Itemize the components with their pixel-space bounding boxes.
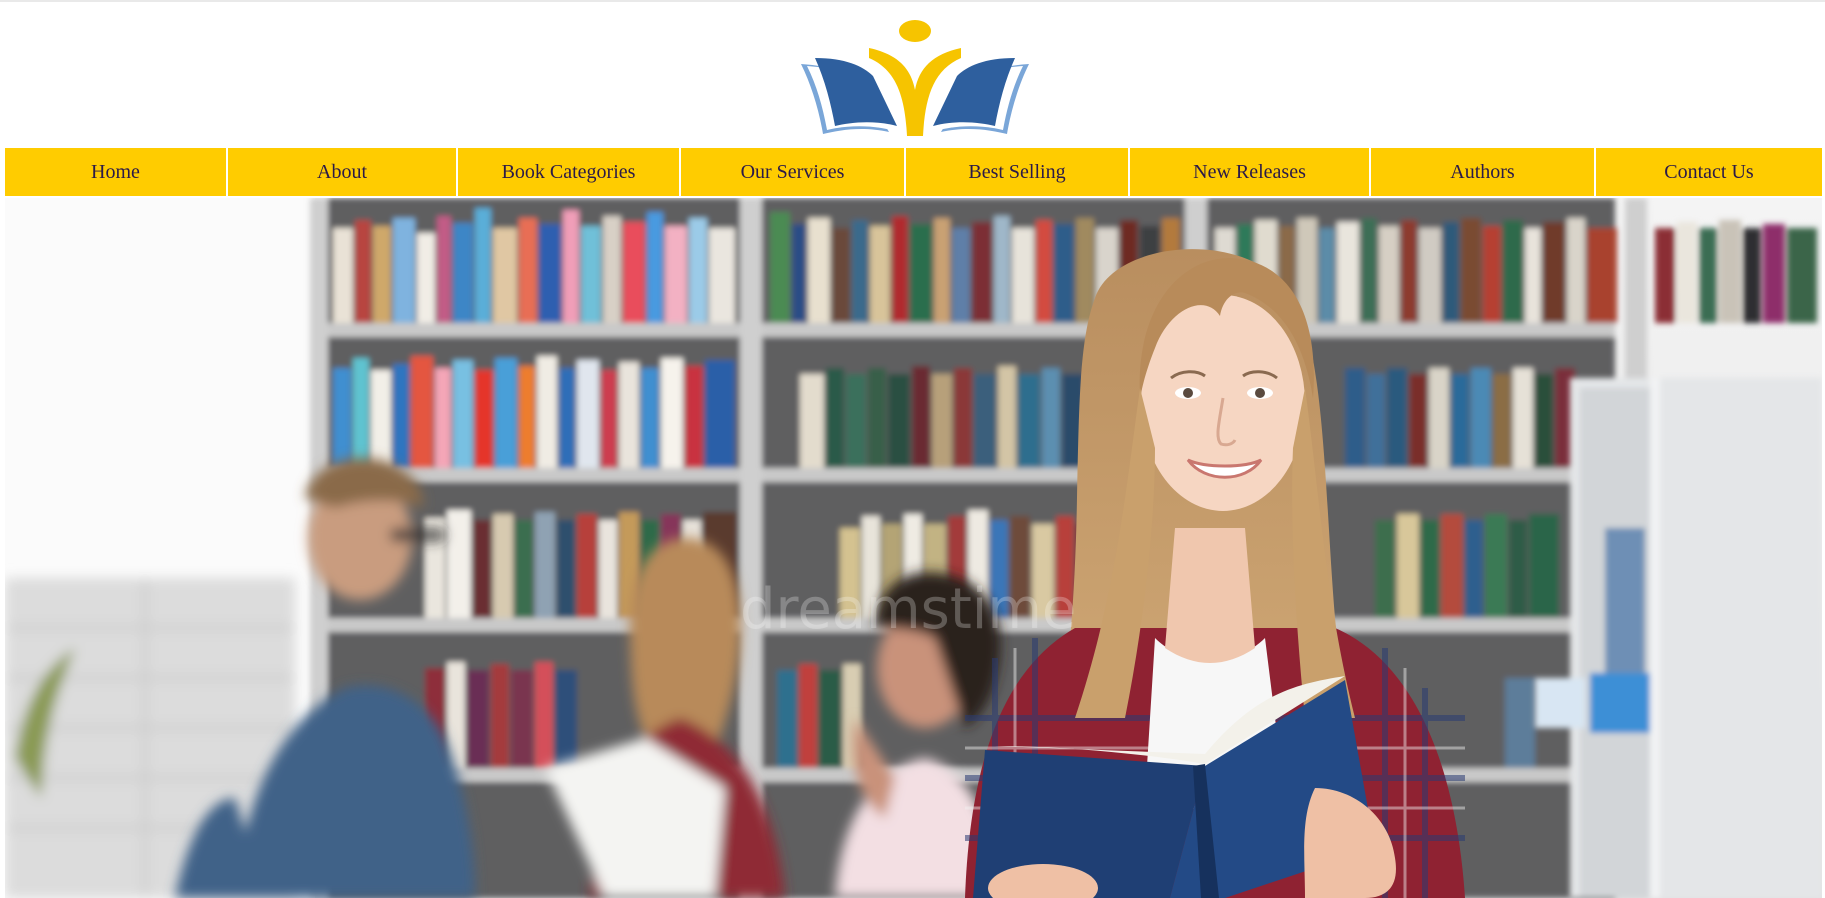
nav-item-our-services[interactable]: Our Services [681, 148, 904, 196]
nav-item-authors[interactable]: Authors [1371, 148, 1594, 196]
page: Home About Book Categories Our Services … [0, 0, 1825, 898]
nav-item-best-selling[interactable]: Best Selling [906, 148, 1128, 196]
nav-item-book-categories[interactable]: Book Categories [458, 148, 679, 196]
nav-item-home[interactable]: Home [5, 148, 226, 196]
hero-illustration: dreamstime [5, 198, 1822, 898]
main-navigation: Home About Book Categories Our Services … [5, 148, 1822, 196]
open-book-reader-icon[interactable] [793, 18, 1037, 138]
nav-item-contact-us[interactable]: Contact Us [1596, 148, 1822, 196]
site-header [0, 0, 1825, 146]
nav-item-about[interactable]: About [228, 148, 456, 196]
watermark-text: dreamstime [740, 577, 1076, 642]
hero-image: dreamstime [5, 198, 1822, 898]
nav-item-new-releases[interactable]: New Releases [1130, 148, 1369, 196]
